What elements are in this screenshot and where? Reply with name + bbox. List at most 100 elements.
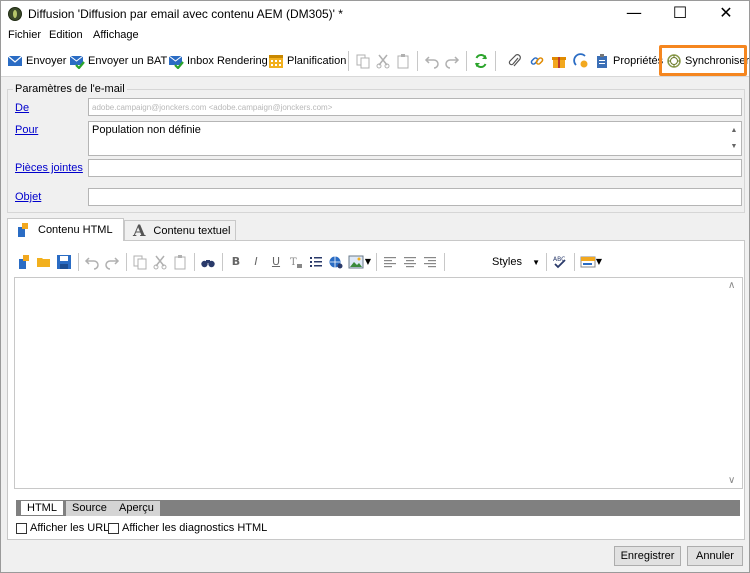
insert-image-icon[interactable] [348,254,364,270]
cancel-button[interactable]: Annuler [687,546,743,566]
styles-label: Styles [492,256,522,268]
toolbar-separator [495,51,496,71]
menu-edit[interactable]: Edition [49,29,83,41]
chevron-down-icon[interactable]: ▼ [364,254,372,270]
attachments-label[interactable]: Pièces jointes [15,162,83,174]
html-editor-area[interactable]: ∧ ∨ [14,277,743,489]
maximize-button[interactable]: ☐ [657,1,703,27]
to-field[interactable]: Population non définie ▲ ▼ [88,121,742,156]
editor-separator [546,253,547,271]
toolbar-separator [466,51,467,71]
tab-text-content[interactable]: A Contenu textuel [124,220,236,240]
redo-icon[interactable] [444,52,460,70]
to-value: Population non définie [92,124,201,136]
inbox-rendering-button[interactable]: Inbox Rendering [168,52,268,70]
globe-link-icon[interactable] [328,254,344,270]
undo-icon[interactable] [84,254,100,270]
properties-button[interactable]: Propriétés [594,52,663,70]
menu-file[interactable]: Fichier [8,29,41,41]
paste-icon[interactable] [395,52,411,70]
html-content-icon [16,222,32,238]
show-urls-checkbox[interactable] [16,522,27,534]
undo-icon[interactable] [424,52,440,70]
redo-icon[interactable] [104,254,120,270]
synchronize-highlight [659,45,747,76]
cut-icon[interactable] [152,254,168,270]
tab-html-label: Contenu HTML [38,224,113,236]
minimize-button[interactable]: — [611,1,657,27]
tab-text-label: Contenu textuel [153,224,231,237]
scroll-down-icon[interactable]: ∨ [728,475,735,486]
copy-icon[interactable] [132,254,148,270]
scroll-up-icon[interactable]: ∧ [728,280,735,291]
text-content-icon: A [133,221,146,240]
refresh-icon[interactable] [473,52,489,70]
email-delivery-window: Diffusion 'Diffusion par email avec cont… [0,0,750,573]
html-content-pane: B I U T ▼ Styles ▼ ABC ▼ ∧ ∨ HTML Source… [7,240,745,540]
clipboard-icon [594,53,610,69]
subject-label[interactable]: Objet [15,191,41,203]
bullet-list-icon[interactable] [308,254,324,270]
chevron-down-icon: ▼ [532,257,540,267]
toolbar-separator [417,51,418,71]
show-diagnostics-option[interactable]: Afficher les diagnostics HTML [108,522,267,534]
attachment-icon[interactable] [507,52,523,70]
editor-separator [376,253,377,271]
show-urls-option[interactable]: Afficher les URL [16,522,109,534]
title-bar: Diffusion 'Diffusion par email avec cont… [1,1,749,27]
window-title: Diffusion 'Diffusion par email avec cont… [28,7,343,21]
menu-bar: Fichier Edition Affichage [1,27,749,45]
show-urls-label: Afficher les URL [30,522,110,534]
planning-button[interactable]: Planification [268,52,346,70]
styles-dropdown[interactable]: Styles ▼ [490,254,542,270]
editor-scrollbar[interactable]: ∧ ∨ [725,278,742,488]
spellcheck-icon[interactable]: ABC [552,254,568,270]
chevron-down-icon[interactable]: ▼ [595,254,603,270]
send-proof-button[interactable]: Envoyer un BAT [69,52,167,70]
to-label[interactable]: Pour [15,124,38,136]
italic-button[interactable]: I [248,254,264,270]
link-icon[interactable] [529,52,545,70]
close-button[interactable]: ✕ [703,1,749,27]
attachments-field[interactable] [88,159,742,177]
subject-field[interactable] [88,188,742,206]
envelope-check-icon [69,53,85,70]
gift-icon[interactable] [551,52,567,70]
cut-icon[interactable] [375,52,391,70]
toolbar-separator [348,51,349,71]
save-button[interactable]: Enregistrer [614,546,681,566]
align-center-icon[interactable] [402,254,418,270]
copy-icon[interactable] [355,52,371,70]
open-folder-icon[interactable] [36,254,52,270]
send-proof-label: Envoyer un BAT [88,55,168,67]
tab-html-content[interactable]: Contenu HTML [7,218,124,241]
editor-separator [194,253,195,271]
menu-view[interactable]: Affichage [93,29,139,41]
tracking-icon[interactable] [573,52,589,70]
find-icon[interactable] [200,254,216,270]
editor-separator [574,253,575,271]
show-diagnostics-checkbox[interactable] [108,522,119,534]
properties-label: Propriétés [613,55,664,67]
paste-icon[interactable] [172,254,188,270]
calendar-icon [268,53,284,69]
to-scroll-arrows[interactable]: ▲ ▼ [729,123,739,155]
from-field[interactable]: adobe.campaign@jonckers.com <adobe.campa… [88,98,742,116]
align-right-icon[interactable] [422,254,438,270]
align-left-icon[interactable] [382,254,398,270]
from-label[interactable]: De [15,102,29,114]
editor-toolbar: B I U T ▼ Styles ▼ ABC ▼ [14,251,740,273]
editor-separator [222,253,223,271]
view-tab-html[interactable]: HTML [20,501,64,516]
new-document-icon[interactable] [16,254,32,270]
underline-button[interactable]: U [268,254,284,270]
editor-view-tabs: HTML Source Aperçu [16,500,740,516]
view-tab-source[interactable]: Source [66,501,114,516]
bold-button[interactable]: B [228,254,244,270]
color-block-icon[interactable] [580,254,596,270]
send-button[interactable]: Envoyer [7,52,66,70]
editor-separator [78,253,79,271]
clear-format-icon[interactable]: T [288,254,304,270]
save-icon[interactable] [56,254,72,270]
view-tab-preview[interactable]: Aperçu [113,501,161,516]
